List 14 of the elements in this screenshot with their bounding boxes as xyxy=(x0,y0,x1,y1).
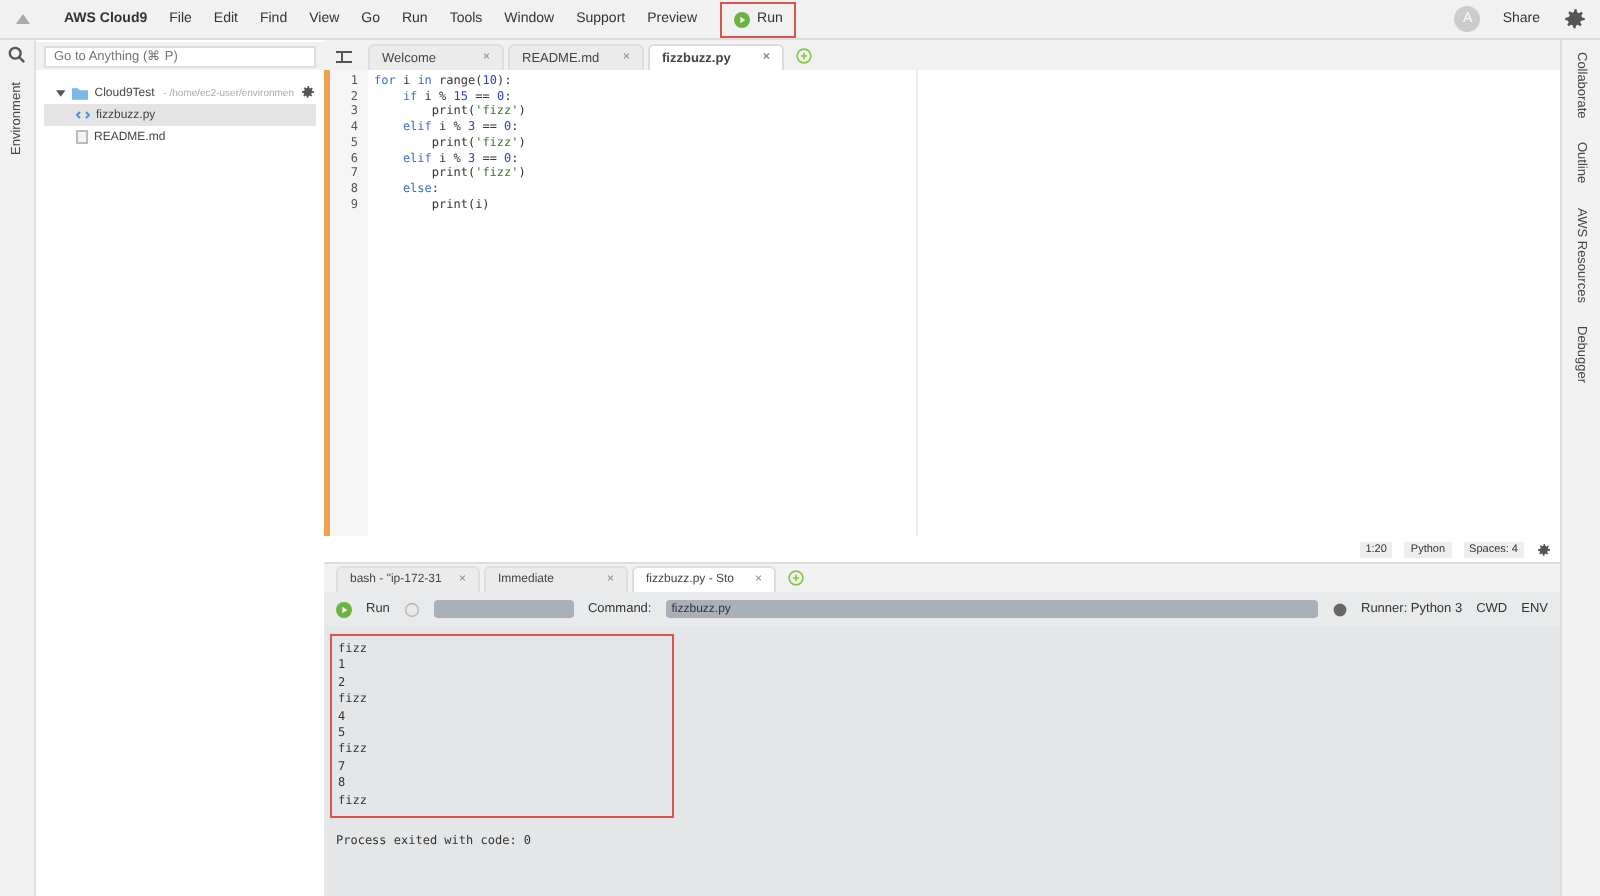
panel-toggle-icon[interactable] xyxy=(336,50,352,64)
settings-icon[interactable] xyxy=(1536,541,1552,557)
caret-down-icon[interactable] xyxy=(56,88,66,98)
argument-field[interactable] xyxy=(433,600,574,618)
file-icon xyxy=(76,130,88,144)
settings-icon[interactable] xyxy=(300,83,316,99)
play-icon xyxy=(733,11,750,27)
restart-icon[interactable] xyxy=(403,601,420,617)
settings-icon[interactable] xyxy=(1562,6,1588,32)
folder-icon xyxy=(71,86,89,100)
logo-icon xyxy=(16,14,30,24)
search-icon[interactable] xyxy=(8,46,26,64)
play-icon xyxy=(336,601,352,617)
code-file-icon xyxy=(76,108,90,122)
